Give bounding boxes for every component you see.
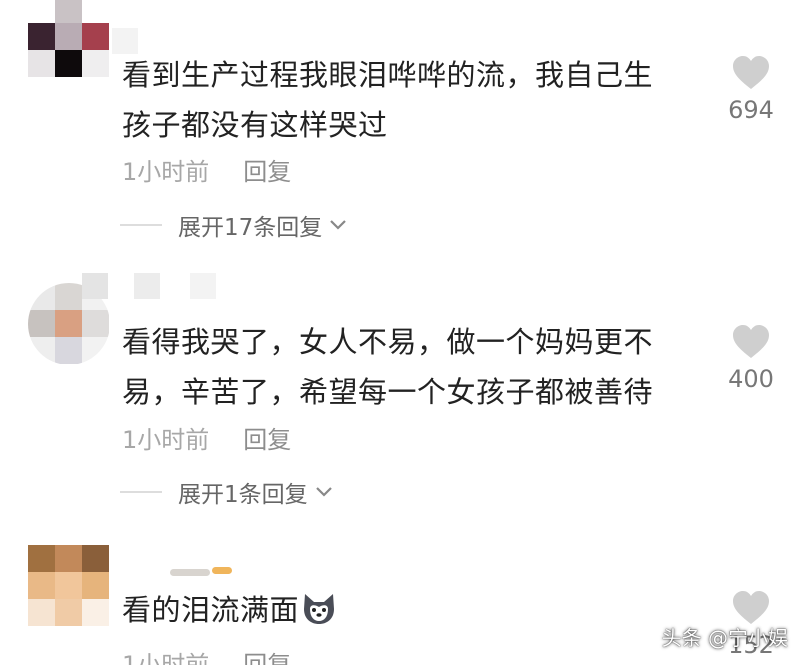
comment-text: 看的泪流满面 (122, 585, 682, 635)
comment-text: 看到生产过程我眼泪哗哗的流，我自己生 孩子都没有这样哭过 (122, 50, 682, 150)
comment-text: 看得我哭了，女人不易，做一个妈妈更不 易，辛苦了，希望每一个女孩子都被善待 (122, 317, 682, 417)
timestamp: 1小时前 (122, 426, 210, 454)
comment-text-line: 孩子都没有这样哭过 (122, 108, 388, 142)
comment-meta: 1小时前 回复 (122, 645, 291, 665)
expand-replies-button[interactable]: 展开17条回复 (120, 208, 348, 242)
like-button[interactable]: 400 (716, 325, 786, 393)
chevron-down-icon (315, 487, 332, 497)
timestamp: 1小时前 (122, 651, 210, 665)
reply-button[interactable]: 回复 (243, 426, 291, 454)
chevron-down-icon (330, 220, 347, 230)
comment-text-line: 看得我哭了，女人不易，做一个妈妈更不 (122, 325, 654, 359)
comment-text-line: 看到生产过程我眼泪哗哗的流，我自己生 (122, 58, 654, 92)
reply-button[interactable]: 回复 (243, 651, 291, 665)
comment-meta: 1小时前 回复 (122, 152, 291, 187)
reply-button[interactable]: 回复 (243, 158, 291, 186)
divider-dash (120, 224, 162, 226)
expand-replies-label: 展开1条回复 (178, 482, 308, 508)
like-count: 400 (728, 365, 774, 393)
comment-item: 看得我哭了，女人不易，做一个妈妈更不 易，辛苦了，希望每一个女孩子都被善待 1小… (0, 265, 800, 535)
username-blurred[interactable] (212, 567, 232, 574)
divider-dash (120, 491, 162, 493)
heart-icon (733, 591, 769, 624)
comment-meta: 1小时前 回复 (122, 420, 291, 455)
timestamp: 1小时前 (122, 158, 210, 186)
username-blurred[interactable] (170, 569, 210, 576)
like-button[interactable]: 694 (716, 56, 786, 124)
expand-replies-button[interactable]: 展开1条回复 (120, 475, 334, 509)
avatar[interactable] (28, 545, 110, 627)
expand-replies-label: 展开17条回复 (178, 215, 323, 241)
husky-dog-emoji-icon (304, 594, 335, 624)
comment-list: 看到生产过程我眼泪哗哗的流，我自己生 孩子都没有这样哭过 1小时前 回复 展开17… (0, 0, 800, 665)
comment-text-line: 易，辛苦了，希望每一个女孩子都被善待 (122, 375, 654, 409)
comment-item: 看到生产过程我眼泪哗哗的流，我自己生 孩子都没有这样哭过 1小时前 回复 展开17… (0, 0, 800, 265)
watermark: 头条 @宁小娱 (661, 626, 788, 650)
like-count: 694 (728, 96, 774, 124)
heart-icon (733, 56, 769, 89)
avatar[interactable] (28, 0, 110, 78)
comment-text-line: 看的泪流满面 (122, 593, 300, 627)
heart-icon (733, 325, 769, 358)
